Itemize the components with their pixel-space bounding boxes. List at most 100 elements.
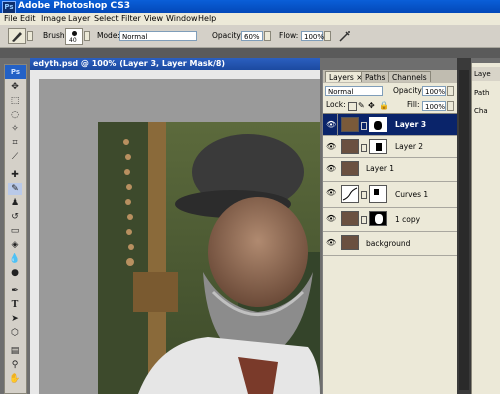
- menu-help[interactable]: Help: [198, 13, 216, 25]
- brush-picker-dropdown[interactable]: [84, 31, 90, 41]
- document-image[interactable]: [98, 122, 320, 394]
- move-tool-icon[interactable]: ✥: [8, 81, 22, 93]
- layer-row[interactable]: 👁 Layer 3: [323, 114, 458, 136]
- shape-tool-icon[interactable]: ⬡: [8, 327, 22, 339]
- document-title[interactable]: edyth.psd @ 100% (Layer 3, Layer Mask/8): [30, 58, 320, 70]
- opacity-field[interactable]: 60%: [241, 31, 263, 41]
- divider: [337, 114, 338, 136]
- eraser-tool-icon[interactable]: ▭: [8, 225, 22, 237]
- magic-wand-tool-icon[interactable]: ✧: [8, 123, 22, 135]
- docked-layers-label[interactable]: Laye: [474, 68, 491, 80]
- layer-thumbnail: [341, 235, 359, 250]
- clone-stamp-tool-icon[interactable]: ♟: [8, 197, 22, 209]
- layer-name: background: [366, 239, 411, 248]
- slice-tool-icon[interactable]: ⟋: [8, 151, 22, 163]
- lock-label: Lock:: [326, 100, 346, 109]
- portrait-image: [98, 122, 320, 394]
- brush-tip-icon: [72, 31, 77, 36]
- fill-label: Fill:: [407, 100, 420, 109]
- layer-mask-thumbnail: [369, 117, 387, 132]
- menu-edit[interactable]: Edit: [20, 13, 36, 25]
- dodge-tool-icon[interactable]: ●: [8, 267, 22, 279]
- layer-row[interactable]: 👁 Layer 1: [323, 158, 458, 182]
- layer-thumbnail: [341, 161, 359, 176]
- tool-preset-dropdown[interactable]: [27, 31, 33, 41]
- panel-scroll-strip: [457, 58, 471, 394]
- layer-opacity-slider-button[interactable]: [447, 86, 454, 96]
- lock-position-icon[interactable]: ✥: [368, 101, 375, 110]
- tab-layers-label: Layers: [329, 73, 354, 82]
- airbrush-icon[interactable]: [338, 29, 352, 43]
- link-icon[interactable]: [361, 191, 367, 199]
- layer-name: 1 copy: [395, 215, 421, 224]
- brush-tool-icon[interactable]: ✎: [8, 183, 22, 195]
- layer-mask-thumbnail: [369, 139, 387, 154]
- link-icon[interactable]: [361, 216, 367, 224]
- type-tool-icon[interactable]: T: [8, 299, 22, 311]
- window-title: Adobe Photoshop CS3: [18, 1, 130, 11]
- menu-filter[interactable]: Filter: [121, 13, 141, 25]
- layer-row[interactable]: 👁 background: [323, 232, 458, 256]
- layer-opacity-field[interactable]: 100%: [422, 86, 446, 96]
- docked-channels-label[interactable]: Cha: [474, 105, 488, 117]
- visibility-eye-icon[interactable]: 👁: [326, 164, 336, 173]
- tab-channels[interactable]: Channels: [388, 71, 431, 82]
- workspace-gap: [0, 48, 500, 58]
- layers-panel: Layers × Paths Channels Normal Opacity: …: [322, 70, 458, 394]
- lock-all-icon[interactable]: 🔒: [379, 101, 389, 110]
- menu-image[interactable]: Image: [41, 13, 66, 25]
- ruler-vertical: [30, 79, 40, 394]
- healing-brush-tool-icon[interactable]: ✚: [8, 169, 22, 181]
- lasso-tool-icon[interactable]: ◌: [8, 109, 22, 121]
- options-bar: Brush: 40 Mode: Normal Opacity: 60% Flow…: [0, 25, 500, 48]
- notes-tool-icon[interactable]: ▤: [8, 345, 22, 357]
- menu-layer[interactable]: Layer: [68, 13, 90, 25]
- pen-tool-icon[interactable]: ✒: [8, 285, 22, 297]
- link-icon[interactable]: [361, 144, 367, 152]
- menu-select[interactable]: Select: [94, 13, 119, 25]
- layers-list-empty-area: [323, 256, 458, 394]
- visibility-eye-icon[interactable]: 👁: [326, 214, 336, 223]
- menu-file[interactable]: File: [4, 13, 17, 25]
- lock-pixels-icon[interactable]: ✎: [358, 101, 365, 110]
- layer-row[interactable]: 👁 1 copy: [323, 208, 458, 232]
- menu-view[interactable]: View: [144, 13, 163, 25]
- hand-tool-icon[interactable]: ✋: [8, 373, 22, 385]
- mode-label: Mode:: [97, 31, 120, 40]
- toolbox: Ps ✥ ⬚ ◌ ✧ ⌗ ⟋ ✚ ✎ ♟ ↺ ▭ ◈ 💧 ● ✒ T ➤ ⬡ ▤…: [4, 64, 27, 394]
- visibility-eye-icon[interactable]: 👁: [326, 142, 336, 151]
- path-selection-tool-icon[interactable]: ➤: [8, 313, 22, 325]
- history-brush-tool-icon[interactable]: ↺: [8, 211, 22, 223]
- marquee-tool-icon[interactable]: ⬚: [8, 95, 22, 107]
- layer-name: Curves 1: [395, 190, 429, 199]
- link-icon[interactable]: [361, 122, 367, 130]
- layer-row[interactable]: 👁 Curves 1: [323, 182, 458, 208]
- lock-transparency-icon[interactable]: [348, 102, 357, 111]
- tool-preset-picker[interactable]: [8, 28, 26, 44]
- layer-name: Layer 3: [395, 120, 427, 129]
- visibility-eye-icon[interactable]: 👁: [326, 188, 336, 197]
- layer-thumbnail: [341, 139, 359, 154]
- paint-bucket-tool-icon[interactable]: ◈: [8, 239, 22, 251]
- scrollbar-track[interactable]: [459, 70, 469, 390]
- fill-field[interactable]: 100%: [422, 101, 446, 111]
- menu-window[interactable]: Window: [166, 13, 198, 25]
- visibility-eye-icon[interactable]: 👁: [326, 238, 336, 247]
- opacity-slider-button[interactable]: [264, 31, 271, 41]
- tab-paths[interactable]: Paths: [361, 71, 390, 82]
- blur-tool-icon[interactable]: 💧: [8, 253, 22, 265]
- flow-slider-button[interactable]: [324, 31, 331, 41]
- curves-adjustment-icon: [341, 185, 359, 203]
- layer-thumbnail: [341, 117, 359, 132]
- docked-paths-label[interactable]: Path: [474, 87, 489, 99]
- brush-icon: [12, 32, 22, 42]
- visibility-eye-icon[interactable]: 👁: [326, 120, 336, 129]
- eyedropper-tool-icon[interactable]: ⚲: [8, 359, 22, 371]
- brush-picker[interactable]: 40: [65, 28, 83, 45]
- mode-select[interactable]: Normal: [119, 31, 197, 41]
- crop-tool-icon[interactable]: ⌗: [8, 137, 22, 149]
- blend-mode-select[interactable]: Normal: [325, 86, 383, 96]
- layer-row[interactable]: 👁 Layer 2: [323, 136, 458, 158]
- flow-field[interactable]: 100%: [301, 31, 324, 41]
- fill-slider-button[interactable]: [447, 101, 454, 111]
